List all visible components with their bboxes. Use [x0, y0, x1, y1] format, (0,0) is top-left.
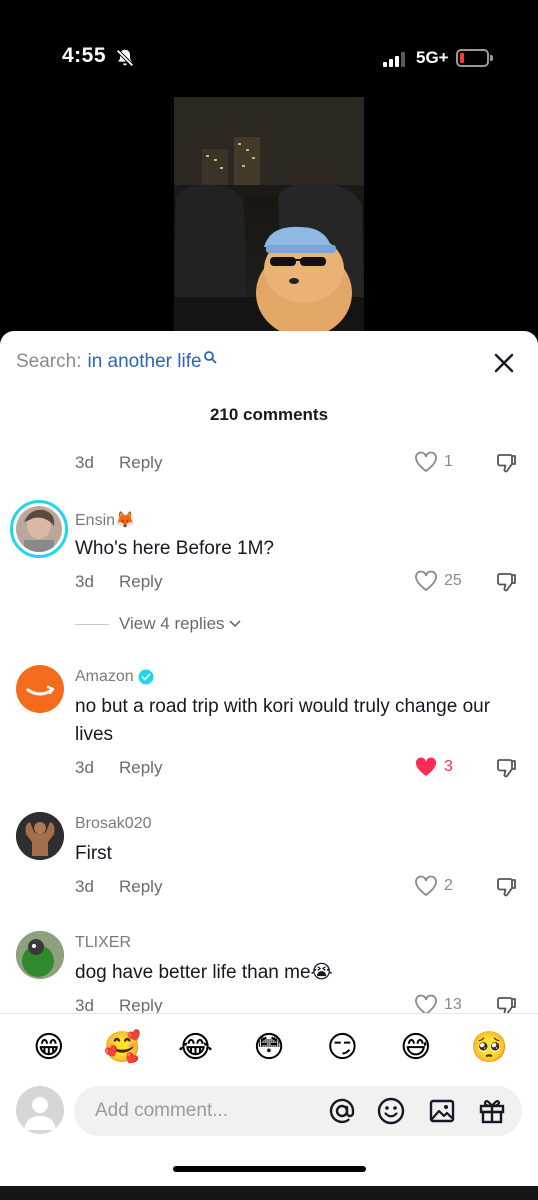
like-count: 1 — [444, 453, 453, 470]
divider-line — [75, 623, 109, 625]
avatar[interactable] — [16, 812, 64, 860]
search-suggestion[interactable]: Search: in another life — [16, 351, 217, 373]
search-prefix: Search: — [16, 351, 82, 372]
heart-icon — [415, 570, 437, 592]
avatar-image — [16, 931, 64, 979]
gift-icon[interactable] — [476, 1095, 508, 1127]
search-icon — [203, 351, 216, 364]
avatar-image — [16, 506, 62, 552]
comment-date: 3d — [75, 453, 94, 472]
comments-sheet: Search: in another life 210 comments 3d … — [0, 331, 538, 1200]
comment-meta: 3d Reply 1 — [75, 451, 520, 475]
like-count: 13 — [444, 996, 462, 1013]
like-button[interactable]: 2 — [414, 875, 453, 897]
emoji-grin[interactable]: 😁 — [27, 1026, 71, 1070]
network-type: 5G+ — [416, 48, 449, 67]
avatar[interactable] — [16, 931, 64, 979]
comment-meta: 3d Reply 25 — [75, 570, 520, 594]
dislike-icon[interactable] — [495, 994, 519, 1013]
emoji-sweat-smile[interactable]: 😅 — [394, 1026, 438, 1070]
search-term[interactable]: in another life — [87, 351, 201, 373]
image-icon[interactable] — [426, 1095, 458, 1127]
like-button[interactable]: 25 — [414, 570, 462, 592]
comment-count: 210 comments — [209, 405, 329, 424]
emoji-smiling-hearts[interactable]: 🥰 — [100, 1026, 144, 1070]
like-button[interactable]: 13 — [414, 994, 462, 1013]
comment-username[interactable]: Brosak020 — [75, 815, 152, 833]
comment-text: dog have better life than me😭 — [75, 962, 333, 983]
chevron-down-icon — [228, 620, 241, 628]
username-text: Amazon — [75, 668, 134, 685]
comment-date: 3d — [75, 572, 94, 591]
heart-icon — [415, 451, 437, 473]
comment-username[interactable]: Ensin🦊 — [75, 510, 135, 530]
reply-button[interactable]: Reply — [119, 572, 162, 592]
bottom-strip — [0, 1186, 538, 1200]
dislike-icon[interactable] — [495, 570, 519, 594]
my-avatar[interactable] — [16, 1086, 64, 1134]
like-button[interactable]: 3 — [414, 756, 453, 778]
reply-button[interactable]: Reply — [119, 453, 162, 473]
comment-text: First — [75, 843, 112, 864]
avatar[interactable] — [16, 665, 64, 713]
close-icon[interactable] — [492, 351, 516, 375]
username-text: TLIXER — [75, 934, 132, 951]
heart-filled-icon — [415, 757, 437, 776]
comment-text: no but a road trip with kori would truly… — [75, 696, 491, 745]
heart-icon — [415, 875, 437, 897]
username-text: Ensin🦊 — [75, 512, 135, 529]
battery-icon — [456, 49, 493, 67]
emoji-quick-bar: 😁 🥰 😂 😳 😏 😅 🥺 — [0, 1026, 538, 1070]
comment-date: 3d — [75, 996, 94, 1013]
comment-input[interactable] — [95, 1100, 305, 1122]
comment-meta: 3d Reply 3 — [75, 756, 520, 780]
comment-meta: 3d Reply 2 — [75, 875, 520, 899]
dislike-icon[interactable] — [495, 875, 519, 899]
dislike-icon[interactable] — [495, 451, 519, 475]
user-placeholder-icon — [24, 1097, 56, 1130]
emoji-joy[interactable]: 😂 — [174, 1026, 218, 1070]
view-replies-button[interactable]: View 4 replies — [75, 614, 242, 634]
heart-icon — [415, 994, 437, 1013]
comment-date: 3d — [75, 758, 94, 777]
like-button[interactable]: 1 — [414, 451, 453, 473]
reply-button[interactable]: Reply — [119, 996, 162, 1013]
username-text: Brosak020 — [75, 815, 152, 832]
emoji-pleading[interactable]: 🥺 — [467, 1026, 511, 1070]
amazon-logo-icon — [26, 685, 55, 696]
comment-meta: 3d Reply 13 — [75, 994, 520, 1013]
emoji-picker-icon[interactable] — [375, 1095, 407, 1127]
reply-button[interactable]: Reply — [119, 877, 162, 897]
video-frame-image — [174, 97, 364, 337]
avatar[interactable] — [10, 500, 68, 558]
verified-icon — [138, 669, 154, 685]
comments-list[interactable]: 3d Reply 1 Ensin🦊 Who's here Before 1M? … — [0, 443, 538, 1013]
like-count: 3 — [444, 758, 453, 775]
reply-button[interactable]: Reply — [119, 758, 162, 778]
avatar-image — [16, 812, 64, 860]
status-bar: 4:55 5G+ — [0, 0, 538, 90]
view-replies-label: View 4 replies — [119, 614, 225, 633]
bell-off-icon — [116, 49, 134, 67]
emoji-flushed[interactable]: 😳 — [247, 1026, 291, 1070]
comment-username[interactable]: Amazon — [75, 668, 154, 686]
dislike-icon[interactable] — [495, 756, 519, 780]
like-count: 25 — [444, 572, 462, 589]
signal-icon — [383, 52, 405, 67]
comment-date: 3d — [75, 877, 94, 896]
divider — [0, 1013, 538, 1014]
home-indicator[interactable] — [173, 1166, 366, 1172]
status-time: 4:55 — [62, 44, 107, 67]
video-preview[interactable] — [174, 97, 364, 337]
mention-icon[interactable] — [326, 1095, 358, 1127]
like-count: 2 — [444, 877, 453, 894]
comment-text: Who's here Before 1M? — [75, 538, 274, 559]
emoji-smirk[interactable]: 😏 — [320, 1026, 364, 1070]
comment-username[interactable]: TLIXER — [75, 934, 131, 952]
comment-input-box[interactable] — [74, 1086, 522, 1136]
